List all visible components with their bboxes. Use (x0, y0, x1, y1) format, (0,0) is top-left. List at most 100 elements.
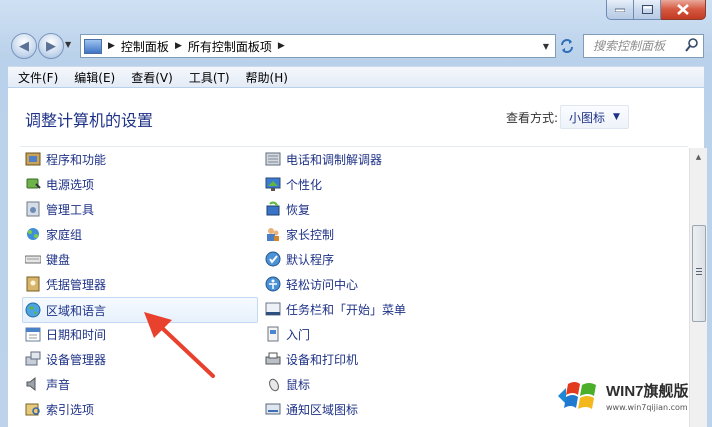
watermark-title: WIN7旗舰版 (606, 383, 689, 400)
left-item-label: 索引选项 (46, 402, 95, 417)
right-item[interactable]: 家长控制 (265, 222, 334, 246)
left-item-label: 区域和语言 (46, 303, 107, 318)
menu-view[interactable]: 查看(V) (125, 69, 179, 86)
watermark: WIN7旗舰版 www.win7qijian.com (558, 372, 708, 420)
left-item[interactable]: 家庭组 (25, 222, 82, 246)
close-button[interactable] (661, 0, 706, 20)
back-arrow-icon: ◀ (19, 38, 29, 54)
right-item[interactable]: 个性化 (265, 172, 322, 196)
left-item-label: 日期和时间 (46, 327, 107, 342)
keyboard-icon (25, 255, 41, 264)
left-item[interactable]: 设备管理器 (25, 347, 106, 371)
calendar-icon (25, 327, 41, 342)
address-bar[interactable]: ▶ 控制面板 ▶ 所有控制面板项 ▶ ▼ (80, 34, 556, 58)
right-item[interactable]: 默认程序 (265, 247, 334, 271)
left-item[interactable]: 凭据管理器 (25, 272, 106, 296)
right-item[interactable]: 鼠标 (265, 372, 310, 396)
left-item[interactable]: 声音 (25, 372, 70, 396)
menu-bar: 文件(F) 编辑(E) 查看(V) 工具(T) 帮助(H) (8, 66, 704, 87)
red-arrow-annotation (144, 312, 215, 378)
maximize-button[interactable] (634, 0, 661, 20)
recovery-icon (266, 201, 280, 216)
scroll-up-icon[interactable]: ▲ (690, 148, 707, 165)
right-item-label: 电话和调制解调器 (286, 152, 383, 167)
left-item-label: 程序和功能 (46, 152, 107, 167)
right-item-label: 鼠标 (286, 377, 311, 392)
parental-icon (267, 228, 279, 241)
control-panel-icon (84, 38, 102, 54)
menu-tools[interactable]: 工具(T) (183, 69, 236, 86)
region-language-icon (25, 302, 41, 318)
credential-icon (26, 276, 40, 292)
search-box[interactable] (583, 34, 704, 58)
scrollbar-thumb[interactable] (692, 225, 706, 322)
breadcrumb-control-panel[interactable]: 控制面板 (121, 38, 169, 55)
search-icon[interactable] (685, 37, 699, 53)
chevron-right-icon[interactable]: ▶ (108, 41, 115, 51)
right-item[interactable]: 通知区域图标 (265, 397, 358, 421)
chevron-right-icon[interactable]: ▶ (278, 41, 285, 51)
minimize-button[interactable] (606, 0, 634, 20)
indexing-icon (25, 403, 40, 416)
search-input[interactable] (591, 38, 687, 54)
right-item-label: 通知区域图标 (286, 402, 359, 417)
left-item-label: 凭据管理器 (46, 277, 107, 292)
right-item-label: 家长控制 (286, 227, 335, 242)
breadcrumb-all-items[interactable]: 所有控制面板项 (188, 38, 272, 55)
right-item-label: 个性化 (286, 177, 323, 192)
phone-modem-icon (265, 152, 281, 166)
left-item-label: 电源选项 (46, 177, 95, 192)
right-item-label: 轻松访问中心 (286, 277, 359, 292)
taskbar-icon (265, 302, 281, 316)
ease-of-access-icon (265, 276, 281, 292)
forward-button[interactable]: ▶ (38, 33, 64, 59)
windows-logo-icon (558, 382, 596, 409)
right-item[interactable]: 入门 (265, 322, 310, 346)
forward-arrow-icon: ▶ (46, 38, 56, 54)
chevron-right-icon[interactable]: ▶ (175, 41, 182, 51)
right-item[interactable]: 设备和打印机 (265, 347, 358, 371)
left-item-label: 家庭组 (46, 227, 83, 242)
programs-icon (25, 152, 41, 166)
back-button[interactable]: ◀ (11, 33, 37, 59)
refresh-button[interactable] (556, 34, 578, 58)
maximize-icon (641, 5, 653, 14)
left-item[interactable]: 索引选项 (25, 397, 94, 421)
getting-started-icon (267, 326, 279, 342)
menu-file[interactable]: 文件(F) (12, 69, 64, 86)
right-item-label: 入门 (286, 327, 311, 342)
right-item[interactable]: 任务栏和「开始」菜单 (265, 297, 406, 321)
menu-help[interactable]: 帮助(H) (240, 69, 294, 86)
left-item[interactable]: 程序和功能 (25, 147, 106, 171)
refresh-icon (561, 39, 573, 53)
right-item[interactable]: 轻松访问中心 (265, 272, 358, 296)
watermark-url: www.win7qijian.com (606, 403, 688, 412)
left-item[interactable]: 键盘 (25, 247, 70, 271)
right-item-label: 任务栏和「开始」菜单 (286, 302, 407, 317)
dropdown-arrow-icon: ▼ (613, 112, 620, 122)
view-by-value: 小图标 (569, 110, 606, 125)
power-icon (26, 178, 41, 189)
left-item[interactable]: 管理工具 (25, 197, 94, 221)
left-item-label: 设备管理器 (46, 352, 107, 367)
caption-buttons (606, 0, 706, 20)
address-dropdown-icon[interactable]: ▼ (543, 42, 549, 51)
page-title: 调整计算机的设置 (25, 111, 154, 130)
view-by-dropdown[interactable]: 小图标 ▼ (560, 105, 629, 129)
left-item[interactable]: 电源选项 (25, 172, 94, 196)
right-item-label: 设备和打印机 (286, 352, 359, 367)
left-item[interactable]: 日期和时间 (25, 322, 106, 346)
grip-icon (696, 268, 702, 276)
right-item[interactable]: 电话和调制解调器 (265, 147, 382, 171)
recent-pages-dropdown[interactable]: ▼ (65, 40, 74, 49)
personalization-icon (265, 177, 281, 191)
mouse-icon (269, 378, 279, 392)
left-item-label: 键盘 (46, 252, 71, 267)
menu-edit[interactable]: 编辑(E) (68, 69, 121, 86)
device-manager-icon (25, 351, 41, 366)
window-frame: ◀ ▶ ▼ ▶ 控制面板 ▶ 所有控制面板项 ▶ ▼ 搜索控制面板 文件(F) … (0, 0, 712, 427)
right-item-label: 恢复 (286, 202, 311, 217)
right-item[interactable]: 恢复 (265, 197, 310, 221)
navigation-bar: ◀ ▶ ▼ ▶ 控制面板 ▶ 所有控制面板项 ▶ ▼ (0, 30, 712, 62)
speaker-icon (26, 376, 36, 392)
